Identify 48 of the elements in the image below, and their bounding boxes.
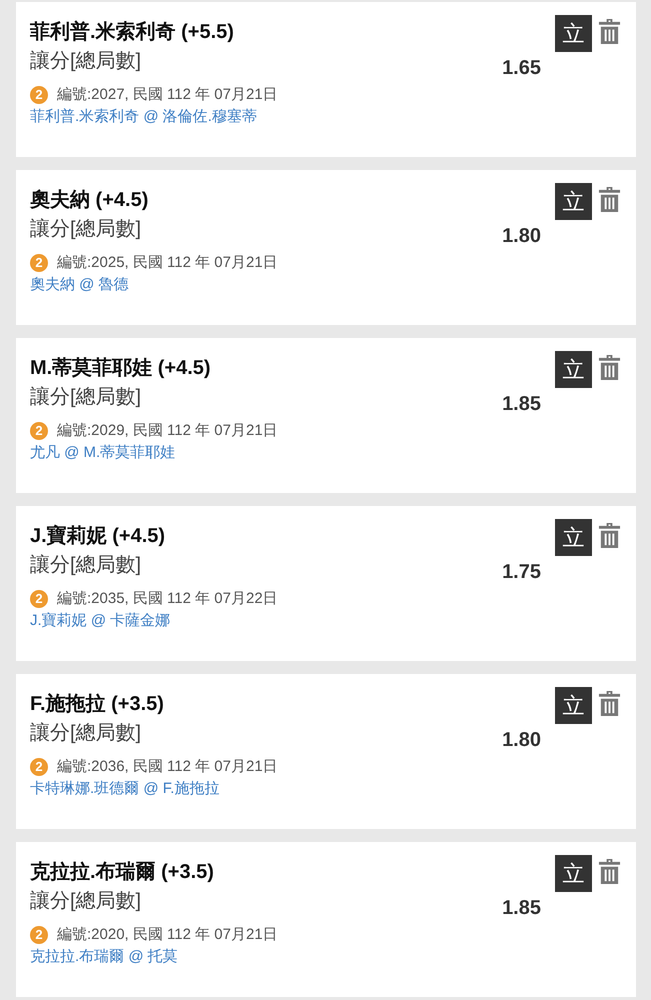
bet-info: 編號:2035, 民國 112 年 07月22日 (57, 589, 278, 609)
trash-icon[interactable] (598, 522, 621, 549)
bet-title: M.蒂莫菲耶娃 (+4.5) (30, 356, 211, 381)
market-label: 讓分[總局數] (30, 889, 142, 914)
bet-title: F.施拖拉 (+3.5) (30, 692, 164, 717)
number-badge: 2 (30, 254, 48, 272)
odds-value: 1.80 (502, 224, 541, 248)
match-link[interactable]: 菲利普.米索利奇 @ 洛倫佐.穆塞蒂 (30, 106, 257, 128)
action-button[interactable]: 立 (555, 519, 592, 556)
bet-info: 編號:2027, 民國 112 年 07月21日 (57, 85, 278, 105)
trash-icon[interactable] (598, 690, 621, 717)
bet-title: 克拉拉.布瑞爾 (+3.5) (30, 860, 214, 885)
market-label: 讓分[總局數] (30, 217, 142, 242)
action-button[interactable]: 立 (555, 351, 592, 388)
odds-value: 1.75 (502, 560, 541, 584)
action-button[interactable]: 立 (555, 687, 592, 724)
match-link[interactable]: 奧夫納 @ 魯德 (30, 274, 129, 296)
bet-info: 編號:2020, 民國 112 年 07月21日 (57, 925, 278, 945)
action-button[interactable]: 立 (555, 183, 592, 220)
trash-icon[interactable] (598, 186, 621, 213)
odds-value: 1.85 (502, 896, 541, 920)
number-badge: 2 (30, 590, 48, 608)
bet-info: 編號:2025, 民國 112 年 07月21日 (57, 253, 278, 273)
action-button[interactable]: 立 (555, 855, 592, 892)
action-button[interactable]: 立 (555, 15, 592, 52)
number-badge: 2 (30, 926, 48, 944)
market-label: 讓分[總局數] (30, 49, 142, 74)
bet-info: 編號:2036, 民國 112 年 07月21日 (57, 757, 278, 777)
match-link[interactable]: 尤凡 @ M.蒂莫菲耶娃 (30, 442, 176, 464)
market-label: 讓分[總局數] (30, 721, 142, 746)
bet-info: 編號:2029, 民國 112 年 07月21日 (57, 421, 278, 441)
bet-title: 奧夫納 (+4.5) (30, 188, 148, 213)
odds-value: 1.80 (502, 728, 541, 752)
market-label: 讓分[總局數] (30, 553, 142, 578)
odds-value: 1.65 (502, 56, 541, 80)
odds-value: 1.85 (502, 392, 541, 416)
number-badge: 2 (30, 422, 48, 440)
trash-icon[interactable] (598, 18, 621, 45)
match-link[interactable]: 克拉拉.布瑞爾 @ 托莫 (30, 946, 178, 968)
trash-icon[interactable] (598, 858, 621, 885)
number-badge: 2 (30, 86, 48, 104)
number-badge: 2 (30, 758, 48, 776)
match-link[interactable]: J.寶莉妮 @ 卡薩金娜 (30, 610, 170, 632)
bet-title: J.寶莉妮 (+4.5) (30, 524, 166, 549)
bet-title: 菲利普.米索利奇 (+5.5) (30, 19, 234, 45)
trash-icon[interactable] (598, 354, 621, 381)
market-label: 讓分[總局數] (30, 385, 142, 410)
match-link[interactable]: 卡特琳娜.班德爾 @ F.施拖拉 (30, 778, 220, 800)
